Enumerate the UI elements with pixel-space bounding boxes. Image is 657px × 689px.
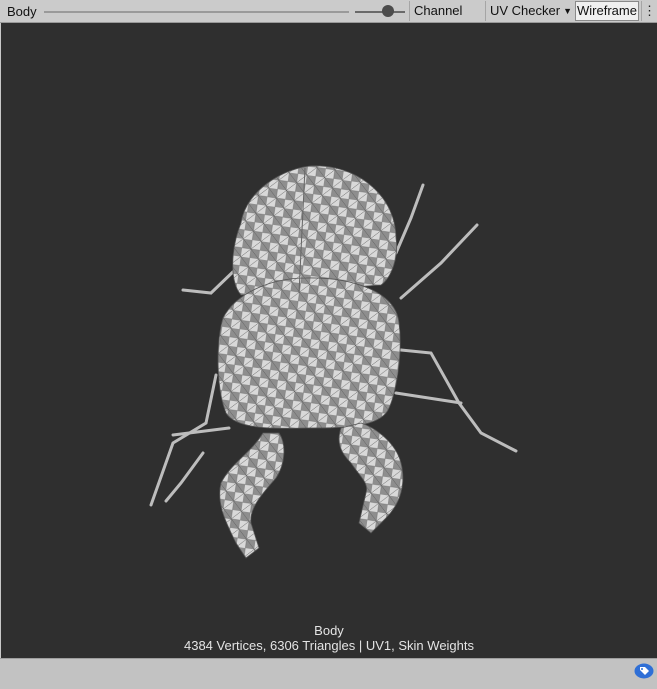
chevron-down-icon: ▼ <box>563 6 572 16</box>
mesh-stats-label: 4384 Vertices, 6306 Triangles | UV1, Ski… <box>183 638 475 653</box>
beetle-mesh-model <box>149 165 518 559</box>
more-menu-button[interactable]: ⋮ <box>641 1 657 21</box>
preview-title: Body <box>7 4 37 19</box>
channel-dropdown[interactable]: Channel 0▼ <box>409 1 485 38</box>
view-mode-dropdown[interactable]: UV Checker ▼ <box>485 1 575 21</box>
timeline-slider[interactable] <box>44 11 349 13</box>
mesh-name-label: Body <box>314 623 344 638</box>
view-mode-label: UV Checker <box>490 3 561 18</box>
tag-icon[interactable] <box>634 663 654 679</box>
mesh-preview-viewport[interactable]: Body 4384 Vertices, 6306 Triangles | UV1… <box>1 23 657 658</box>
zoom-slider-track[interactable] <box>355 11 405 13</box>
status-bar <box>0 658 657 689</box>
preview-toolbar: Body Channel 0▼ UV Checker▼ Wireframe ⋮ <box>0 0 657 38</box>
wireframe-toggle[interactable]: Wireframe <box>575 1 639 21</box>
zoom-slider-thumb[interactable] <box>382 5 394 17</box>
